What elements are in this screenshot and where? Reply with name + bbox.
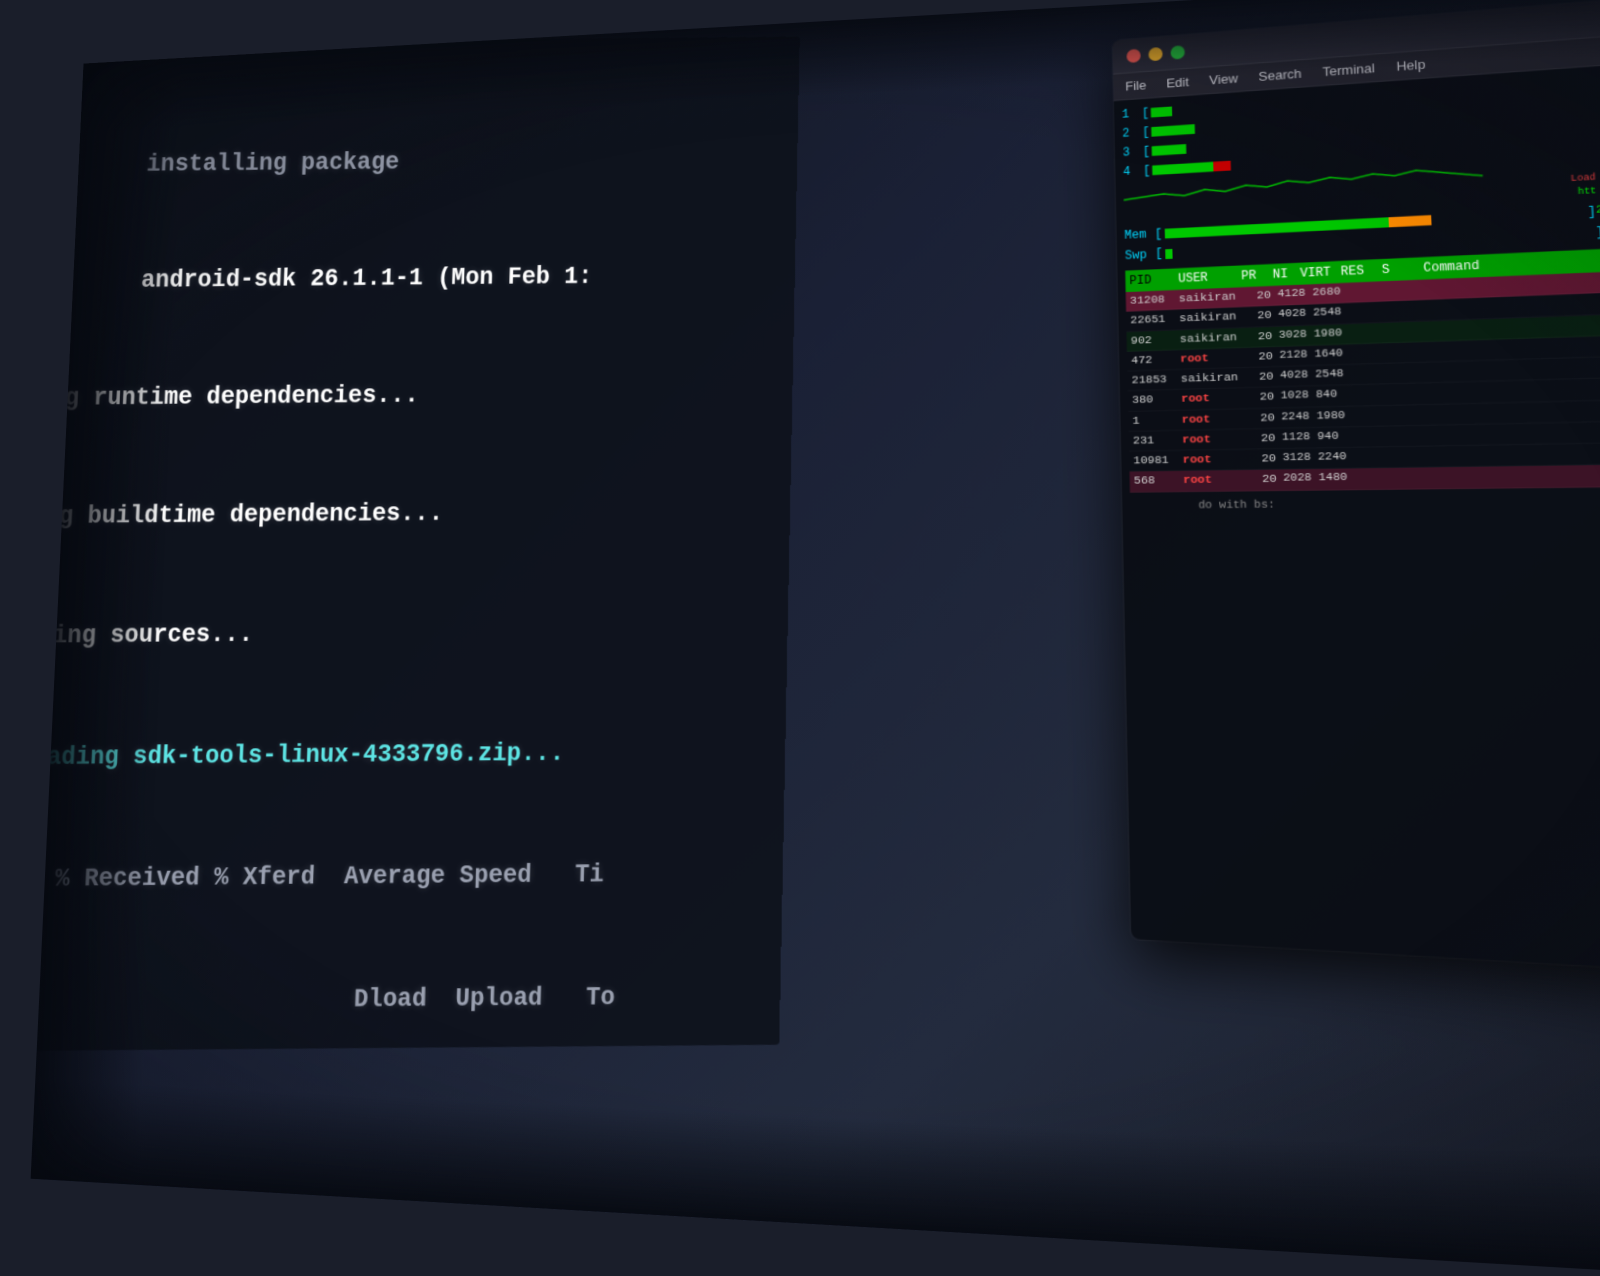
menu-edit[interactable]: Edit [1166, 75, 1189, 91]
menu-view[interactable]: View [1209, 71, 1238, 88]
proc-pid-10: 568 [1134, 472, 1178, 490]
term-line-3: ng runtime dependencies... [50, 373, 759, 418]
term-line-1: installing package [62, 140, 765, 185]
term-line-6: oading sdk-tools-linux-4333796.zip... [32, 732, 752, 778]
proc-cpu-9: 20 [1246, 450, 1276, 468]
proc-user-10: root [1183, 471, 1241, 489]
cpu-num-1: 1 [1122, 105, 1138, 123]
terminal-left-content: installing package android-sdk 26.1.1-1 … [31, 63, 766, 1276]
col-shr: S [1381, 259, 1417, 279]
close-button[interactable] [1127, 48, 1141, 62]
col-ni: NI [1272, 265, 1294, 284]
proc-user-3: saikiran [1180, 329, 1237, 348]
proc-user-7: root [1181, 410, 1239, 429]
minimize-button[interactable] [1148, 46, 1162, 60]
proc-cpu-2: 20 [1242, 307, 1272, 325]
menu-search[interactable]: Search [1258, 66, 1301, 84]
term-line-5: ving sources... [38, 611, 754, 657]
proc-user-1: saikiran [1179, 288, 1236, 307]
mem-value: 2.80G/31.4G [1596, 200, 1600, 220]
proc-pid-6: 380 [1132, 391, 1175, 409]
scene: installing package android-sdk 26.1.1-1 … [31, 0, 1600, 1276]
proc-cpu-1: 20 [1242, 287, 1272, 305]
proc-user-2: saikiran [1179, 309, 1236, 328]
term-line-2: android-sdk 26.1.1-1 (Mon Feb 1: [56, 256, 762, 301]
proc-pid-1: 31208 [1130, 291, 1173, 310]
cpu-num-3: 3 [1123, 143, 1139, 161]
swp-label: Swp [1125, 246, 1156, 265]
proc-pid-7: 1 [1132, 411, 1175, 429]
proc-user-9: root [1183, 451, 1241, 469]
proc-pid-2: 22651 [1130, 311, 1173, 330]
menu-terminal[interactable]: Terminal [1322, 61, 1375, 80]
terminal-right: File Edit View Search Terminal Help 1 [ … [1112, 0, 1600, 974]
col-user: USER [1178, 268, 1235, 288]
term-line-7: % Received % Xferd Average Speed Ti [31, 853, 749, 900]
cpu-num-2: 2 [1122, 124, 1138, 142]
process-list: 31208 saikiran 20 4128 2680 22651 saikir… [1126, 269, 1600, 492]
proc-cpu-10: 20 [1247, 471, 1277, 489]
proc-cpu-5: 20 [1244, 368, 1274, 386]
maximize-button[interactable] [1170, 45, 1184, 59]
term-line-10: 100 147M 0 0 4682k 0 0:00 [31, 1226, 741, 1274]
term-line-4: ng buildtime dependencies... [44, 492, 757, 538]
proc-user-4: root [1180, 349, 1238, 368]
menu-help[interactable]: Help [1396, 57, 1426, 74]
proc-pid-8: 231 [1133, 432, 1176, 450]
col-pri: PR [1241, 266, 1267, 285]
proc-cmd-10: 2028 1480 [1283, 466, 1600, 489]
proc-pid-5: 21853 [1131, 371, 1174, 389]
proc-cpu-7: 20 [1245, 409, 1275, 427]
col-pid: PID [1129, 271, 1172, 290]
term-line-8: Dload Upload To [31, 976, 746, 1023]
proc-user-6: root [1181, 390, 1239, 409]
bottom-hint: do with bs: [1130, 493, 1600, 515]
cpu-num-4: 4 [1123, 163, 1139, 181]
proc-user-5: saikiran [1181, 369, 1239, 388]
proc-cpu-3: 20 [1243, 327, 1273, 345]
proc-pid-4: 472 [1131, 351, 1174, 369]
menu-file[interactable]: File [1125, 78, 1146, 94]
proc-cpu-6: 20 [1244, 389, 1274, 407]
proc-user-8: root [1182, 430, 1240, 448]
term-line-blank [31, 1101, 744, 1148]
col-res: RES [1340, 261, 1375, 281]
htop-body: 1 [ ] 6.6% 2 [ ] 6.1% [1114, 61, 1600, 521]
proc-cpu-8: 20 [1246, 430, 1276, 448]
proc-pid-3: 902 [1131, 331, 1174, 349]
top-stats: Disk ok ⬛ Load service ███ htt android █… [1570, 152, 1600, 200]
col-virt: VIRT [1300, 263, 1335, 283]
terminal-left: installing package android-sdk 26.1.1-1 … [31, 37, 800, 1051]
mem-label: Mem [1124, 225, 1155, 244]
proc-pid-9: 10981 [1133, 452, 1177, 470]
proc-cpu-4: 20 [1243, 348, 1273, 366]
